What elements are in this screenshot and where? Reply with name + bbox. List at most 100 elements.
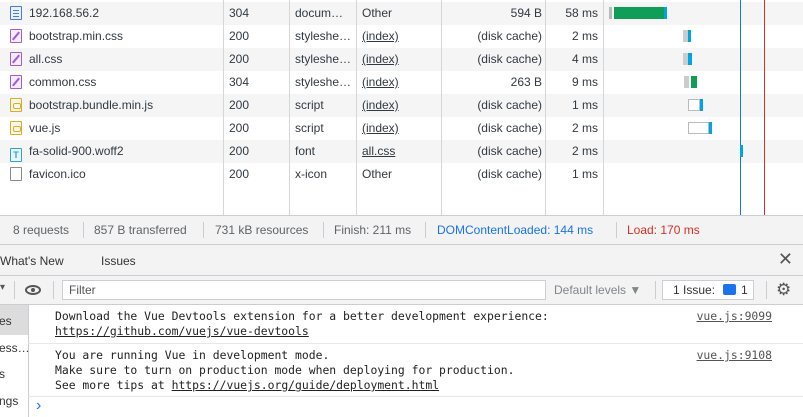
request-size: (disk cache) [477,167,542,181]
request-name: common.css [10,71,222,94]
request-initiator[interactable]: (index) [362,71,440,94]
request-type: script [295,121,324,135]
live-expression-eye-icon[interactable] [25,285,41,295]
request-row[interactable]: common.css 304 styleshe… (index) 263 B 9 ms [0,71,803,94]
console-sidebar: es ess… s ngs [0,305,29,417]
dom-content-loaded-line [740,0,741,215]
request-type: styleshe… [295,52,352,66]
request-row[interactable]: bootstrap.bundle.min.js 200 script (index) (… [0,94,803,117]
plain-file-icon [10,167,22,181]
font-file-icon: T [10,148,22,162]
request-size: (disk cache) [477,98,542,112]
load-time: Load: 170 ms [627,223,700,237]
close-drawer-icon[interactable]: ✕ [778,249,793,269]
waterfall-bar [688,53,692,65]
network-summary-bar: 8 requests 857 B transferred 731 kB reso… [0,215,803,245]
request-initiator[interactable]: (index) [362,117,440,140]
request-initiator[interactable]: (index) [362,48,440,71]
sidebar-item-user-messages[interactable]: ess… [0,341,28,355]
request-status: 200 [229,121,250,135]
message-text: Make sure to turn on production mode whe… [55,363,515,377]
request-size: 594 B [510,6,542,20]
log-levels-dropdown[interactable]: Default levels ▼ [554,276,641,304]
network-request-table: 192.168.56.2 304 docum… Other 594 B 58 ms boot… [0,0,803,215]
request-size: (disk cache) [477,144,542,158]
css-file-icon [10,29,22,43]
waterfall-bar [691,76,697,88]
waterfall-bar [688,99,700,111]
issues-count: 1 [741,283,748,297]
waterfall-bar [684,76,689,88]
waterfall-bar [740,145,743,157]
request-status: 304 [229,6,250,20]
request-time: 2 ms [571,121,598,135]
tab-issues[interactable]: Issues [101,245,136,275]
dom-content-loaded-time: DOMContentLoaded: 144 ms [437,223,594,237]
request-initiator[interactable]: all.css [362,140,440,163]
issue-message-icon [723,284,736,295]
waterfall-bar [614,7,664,19]
message-source-link[interactable]: vue.js:9099 [697,309,772,324]
css-file-icon [10,75,22,89]
waterfall-bar [688,30,691,42]
request-type: script [295,98,324,112]
console-settings-gear-icon[interactable]: ⚙ [776,279,791,301]
message-source-link[interactable]: vue.js:9108 [697,348,772,363]
request-row[interactable]: Tfa-solid-900.woff2 200 font all.css (disk c… [0,140,803,163]
request-status: 304 [229,75,250,89]
request-name: favicon.ico [10,163,222,186]
message-text: See more tips at https://vuejs.org/guide… [55,378,440,392]
waterfall-bar [700,99,703,111]
context-dropdown-chevron-icon[interactable]: ▾ [0,282,5,293]
tab-whats-new[interactable]: What's New [0,245,64,275]
request-row[interactable]: favicon.ico 200 x-icon Other (disk cache) 1 m… [0,163,803,186]
request-initiator[interactable]: (index) [362,94,440,117]
request-time: 58 ms [565,6,598,20]
request-initiator: Other [362,167,393,181]
request-status: 200 [229,52,250,66]
load-line [764,0,765,215]
request-status: 200 [229,144,250,158]
resources-size: 731 kB resources [215,223,309,237]
request-time: 2 ms [571,144,598,158]
request-name: Tfa-solid-900.woff2 [10,140,222,163]
message-link[interactable]: https://vuejs.org/guide/deployment.html [172,378,439,392]
request-name: all.css [10,48,222,71]
request-row[interactable]: 192.168.56.2 304 docum… Other 594 B 58 ms [0,2,803,25]
doc-file-icon [10,6,22,20]
request-initiator: Other [362,6,393,20]
request-status: 200 [229,98,250,112]
console-prompt-icon[interactable]: › [36,398,41,414]
request-row[interactable]: vue.js 200 script (index) (disk cache) 2 ms [0,117,803,140]
message-text: You are running Vue in development mode. [55,348,330,362]
waterfall-bar [664,7,667,19]
issues-counter-button[interactable]: 1 Issue: 1 [662,280,754,300]
request-size: (disk cache) [477,121,542,135]
js-file-icon [10,121,22,135]
console-filter-input[interactable] [62,280,546,300]
console-message: Download the Vue Devtools extension for … [28,309,803,344]
request-type: styleshe… [295,29,352,43]
waterfall-bar [688,122,709,134]
request-status: 200 [229,29,250,43]
css-file-icon [10,52,22,66]
request-type: font [295,144,316,158]
message-link[interactable]: https://github.com/vuejs/vue-devtools [55,324,309,339]
request-type: x-icon [295,167,328,181]
sidebar-item-errors[interactable]: s [0,367,5,381]
request-size: (disk cache) [477,29,542,43]
issues-label: 1 Issue: [673,283,716,297]
request-name: bootstrap.min.css [10,25,222,48]
sidebar-item-warnings[interactable]: ngs [0,394,18,408]
request-time: 2 ms [571,29,598,43]
request-name: 192.168.56.2 [10,2,222,25]
request-time: 1 ms [571,98,598,112]
request-name: vue.js [10,117,222,140]
sidebar-item-messages[interactable]: es [0,314,12,328]
request-initiator[interactable]: (index) [362,25,440,48]
waterfall-bar [709,122,712,134]
js-file-icon [10,98,22,112]
requests-count: 8 requests [13,223,70,237]
request-type: docum… [295,6,344,20]
request-time: 1 ms [571,167,598,181]
